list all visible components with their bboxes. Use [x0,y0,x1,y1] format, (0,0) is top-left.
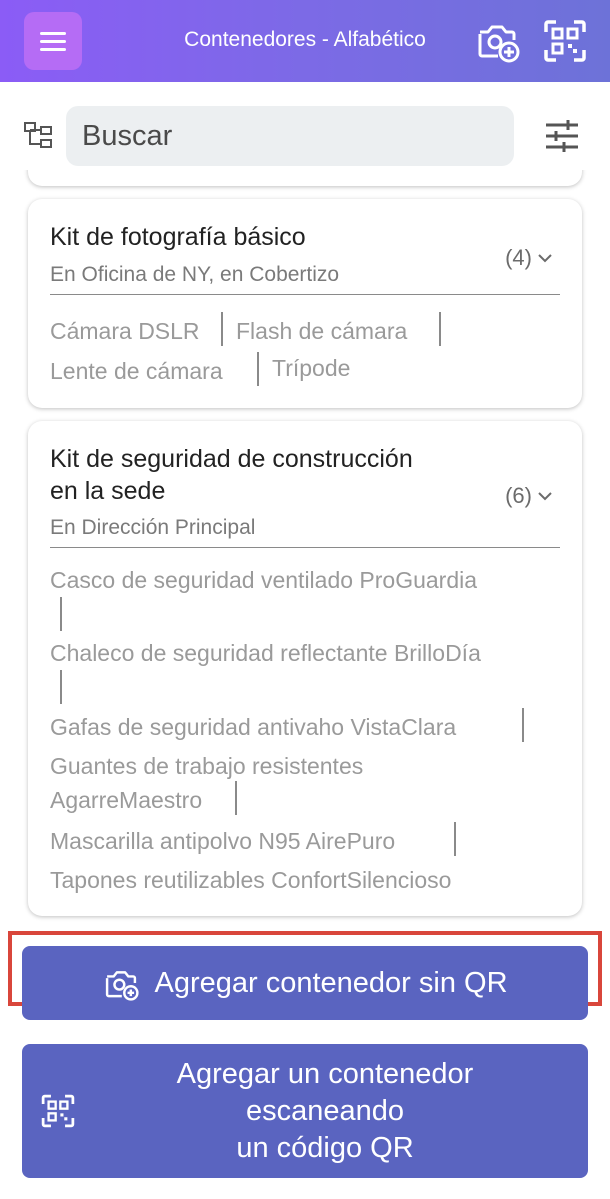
qr-scan-icon [41,1094,75,1128]
item-name: Lente de cámara [50,358,223,384]
sliders-icon[interactable] [544,118,580,154]
item-name: Flash de cámara [236,318,408,344]
menu-button[interactable] [24,12,82,70]
item-name: Mascarilla antipolvo N95 AirePuro [50,828,396,854]
item-separator [257,352,259,386]
card-title-continued: en la sede [50,477,166,505]
item-separator [235,781,237,815]
item-name: Trípode [272,355,351,381]
item-separator [522,708,524,742]
qr-scan-icon[interactable] [542,18,588,64]
container-list[interactable]: Kit de fotografía básico (4) En Oficina … [0,170,610,930]
search-box[interactable] [66,106,514,166]
add-container-scan-qr-button[interactable]: Agregar un contenedor escaneando un códi… [22,1044,588,1178]
add-container-scan-label-line3: un código QR [236,1131,414,1164]
item-separator [221,312,223,346]
card-title: Kit de fotografía básico [50,223,306,251]
item-name-continued: AgarreMaestro [50,787,203,813]
search-input[interactable] [82,118,482,154]
item-count[interactable]: (4) [505,245,552,271]
camera-add-icon[interactable] [474,18,520,64]
container-card-partial[interactable] [28,170,582,186]
container-card[interactable]: Kit de seguridad de construcción en la s… [28,421,582,916]
chevron-down-icon [538,254,552,263]
card-location: En Dirección Principal [50,516,256,539]
item-name: Casco de seguridad ventilado ProGuardia [50,567,478,593]
container-card[interactable]: Kit de fotografía básico (4) En Oficina … [28,199,582,408]
item-name: Cámara DSLR [50,318,200,344]
add-container-no-qr-button[interactable]: Agregar contenedor sin QR [22,946,588,1020]
add-container-no-qr-label: Agregar contenedor sin QR [154,966,508,999]
item-name: Chaleco de seguridad reflectante BrilloD… [50,640,481,666]
item-separator [60,597,62,631]
item-name: Tapones reutilizables ConfortSilencioso [50,867,452,893]
app-header: Contenedores - Alfabético [0,0,610,82]
item-separator [454,822,456,856]
item-name: Guantes de trabajo resistentes [50,753,364,779]
item-separator [439,312,441,346]
card-location: En Oficina de NY, en Cobertizo [50,263,340,286]
add-container-scan-label-line2: escaneando [245,1094,405,1127]
page-title: Contenedores - Alfabético [184,28,426,51]
item-name: Gafas de seguridad antivaho VistaClara [50,714,457,740]
chevron-down-icon [538,492,552,501]
divider [50,294,560,295]
search-row [0,100,610,170]
divider [50,547,560,548]
add-container-scan-label-line1: Agregar un contenedor [176,1057,474,1090]
card-title: Kit de seguridad de construcción [50,445,413,473]
item-count[interactable]: (6) [505,483,552,509]
hierarchy-icon[interactable] [24,122,54,150]
camera-add-icon [106,971,140,1001]
item-separator [60,670,62,704]
